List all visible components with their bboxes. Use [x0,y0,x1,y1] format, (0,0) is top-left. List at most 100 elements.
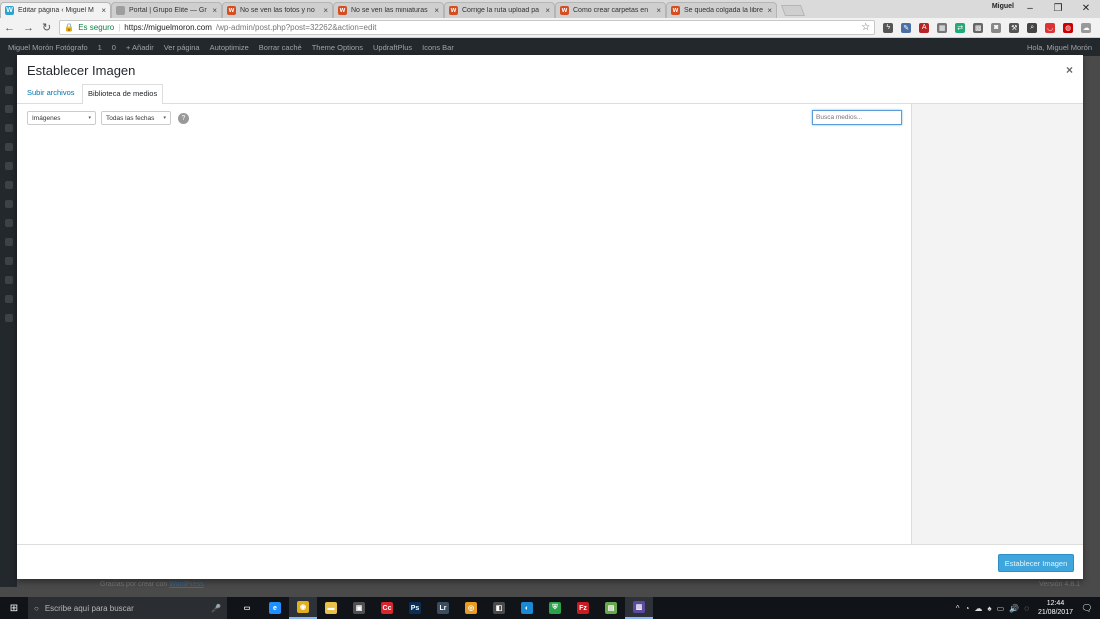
tab-title: No se ven las miniaturas [351,7,428,14]
browser-tab[interactable]: w Corrige la ruta upload pa × [444,2,555,18]
forward-button[interactable]: → [23,22,34,34]
menu-posts-icon[interactable] [4,86,13,94]
minimize-button[interactable]: – [1016,0,1044,16]
taskbar-app-filezilla[interactable]: Fz [569,597,597,619]
taskbar-search-box[interactable]: ○ Escribe aquí para buscar 🎤 [28,597,227,619]
clock[interactable]: 12:44 21/08/2017 [1038,599,1073,617]
tab-close-icon[interactable]: × [101,6,106,15]
admin-bar-item[interactable]: Borrar caché [259,43,302,52]
media-date-filter[interactable]: Todas las fechas ▾ [101,111,171,125]
extension-magnifier-icon[interactable]: ⌕ [1027,22,1038,33]
tray-icon[interactable]: ▭ [997,604,1005,613]
extension-camera-icon[interactable]: ◙ [991,22,1002,33]
taskbar-app-store[interactable]: ▣ [345,597,373,619]
menu-cache-icon[interactable] [4,295,13,303]
tray-icon[interactable]: ☁ [974,604,982,613]
tab-media-library[interactable]: Biblioteca de medios [82,84,164,105]
admin-greeting[interactable]: Hola, Miguel Morón [1027,43,1092,52]
store-icon: ▣ [353,602,365,614]
menu-users-icon[interactable] [4,219,13,227]
extension-badge-icon[interactable]: ◍ [1063,22,1074,33]
menu-tools-icon[interactable] [4,238,13,246]
extension-eyedropper-icon[interactable]: ✎ [901,22,912,33]
menu-pages-icon[interactable] [4,124,13,132]
extension-wrench-icon[interactable]: ⚒ [1009,22,1020,33]
tab-close-icon[interactable]: × [323,6,328,15]
browser-tab[interactable]: Portal | Grupo Elite — Gr × [111,2,222,18]
menu-comments-icon[interactable] [4,143,13,151]
menu-media-icon[interactable] [4,105,13,113]
menu-seo-icon[interactable] [4,276,13,284]
browser-tab[interactable]: w Como crear carpetas en × [555,2,666,18]
tray-icon[interactable]: ◌ [1024,604,1029,613]
browser-tab[interactable]: W Editar página ‹ Miguel M × [0,2,111,18]
admin-bar-item[interactable]: 1 [98,43,102,52]
start-button[interactable]: ⊞ [0,597,28,619]
reload-button[interactable]: ↻ [42,21,51,34]
extension-image-icon[interactable]: ▦ [937,22,948,33]
close-window-button[interactable]: ✕ [1072,0,1100,16]
menu-dashboard-icon[interactable] [4,67,13,75]
footer-wordpress-link[interactable]: WordPress [169,581,204,588]
tab-close-icon[interactable]: × [545,6,550,15]
bookmark-star-icon[interactable]: ☆ [861,22,870,33]
taskbar-app-app-dark[interactable]: ◧ [485,597,513,619]
taskbar-app-creative-cloud[interactable]: Cc [373,597,401,619]
tray-icon[interactable]: ^ [956,604,960,613]
taskbar-app-app-purple[interactable]: ▥ [625,597,653,619]
media-type-filter[interactable]: Imágenes ▾ [27,111,96,125]
taskbar-app-chrome[interactable]: ◉ [289,597,317,619]
tray-icon[interactable]: 🔊 [1009,604,1019,613]
admin-bar-item[interactable]: Autoptimize [210,43,249,52]
menu-appearance-icon[interactable] [4,181,13,189]
admin-bar-item[interactable]: UpdraftPlus [373,43,412,52]
extension-bolt-icon[interactable]: ϟ [883,22,894,33]
taskbar-app-security[interactable]: ⛨ [541,597,569,619]
browser-tab[interactable]: w Se queda colgada la libre × [666,2,777,18]
menu-extra-icon[interactable] [4,314,13,322]
extension-grid-icon[interactable]: ▩ [973,22,984,33]
maximize-button[interactable]: ❐ [1044,0,1072,16]
menu-portfolio-icon[interactable] [4,162,13,170]
tray-icon[interactable]: ◔ [965,604,970,613]
admin-bar-item[interactable]: + Añadir [126,43,154,52]
tab-close-icon[interactable]: × [434,6,439,15]
tray-icon[interactable]: ♠ [987,604,991,613]
modal-close-icon[interactable]: × [1066,63,1073,77]
taskbar-app-app-orange[interactable]: ◎ [457,597,485,619]
browser-tab[interactable]: w No se ven las miniaturas × [333,2,444,18]
admin-bar-item[interactable]: Icons Bar [422,43,454,52]
new-tab-button[interactable] [780,5,806,16]
extension-cloud-icon[interactable]: ☁ [1081,22,1092,33]
extension-arrows-icon[interactable]: ⇄ [955,22,966,33]
menu-plugins-icon[interactable] [4,200,13,208]
taskbar-app-notepad[interactable]: ▤ [597,597,625,619]
admin-bar-item[interactable]: Theme Options [312,43,363,52]
admin-bar-item[interactable]: Ver página [164,43,200,52]
extension-pocket-icon[interactable]: ◡ [1045,22,1056,33]
taskbar-app-lightroom[interactable]: Lr [429,597,457,619]
media-search-input[interactable] [812,110,902,125]
set-image-button[interactable]: Establecer Imagen [998,554,1074,572]
profile-button[interactable]: Miguel [992,3,1014,10]
admin-bar-item[interactable]: Miguel Morón Fotógrafo [8,43,88,52]
help-icon[interactable]: ? [178,112,189,124]
tab-close-icon[interactable]: × [656,6,661,15]
taskbar-app-task-view[interactable]: ▭ [233,597,261,619]
taskbar-app-file-explorer[interactable]: ▬ [317,597,345,619]
notifications-icon[interactable]: 🗨 [1078,597,1096,619]
taskbar-app-edge[interactable]: e [261,597,289,619]
browser-tab[interactable]: w No se ven las fotos y no × [222,2,333,18]
extension-pdf-icon[interactable]: A [919,22,930,33]
tab-close-icon[interactable]: × [212,6,217,15]
menu-settings-icon[interactable] [4,257,13,265]
back-button[interactable]: ← [4,22,15,34]
tab-title: Editar página ‹ Miguel M [18,7,94,14]
admin-bar-item[interactable]: 0 [112,43,116,52]
tab-close-icon[interactable]: × [767,6,772,15]
taskbar-app-photoshop[interactable]: Ps [401,597,429,619]
taskbar-app-app-blue[interactable]: ◐ [513,597,541,619]
tab-upload-files[interactable]: Subir archivos [22,84,80,104]
address-bar[interactable]: 🔒 Es seguro | https://miguelmoron.com/wp… [59,20,876,35]
microphone-icon[interactable]: 🎤 [211,604,221,613]
